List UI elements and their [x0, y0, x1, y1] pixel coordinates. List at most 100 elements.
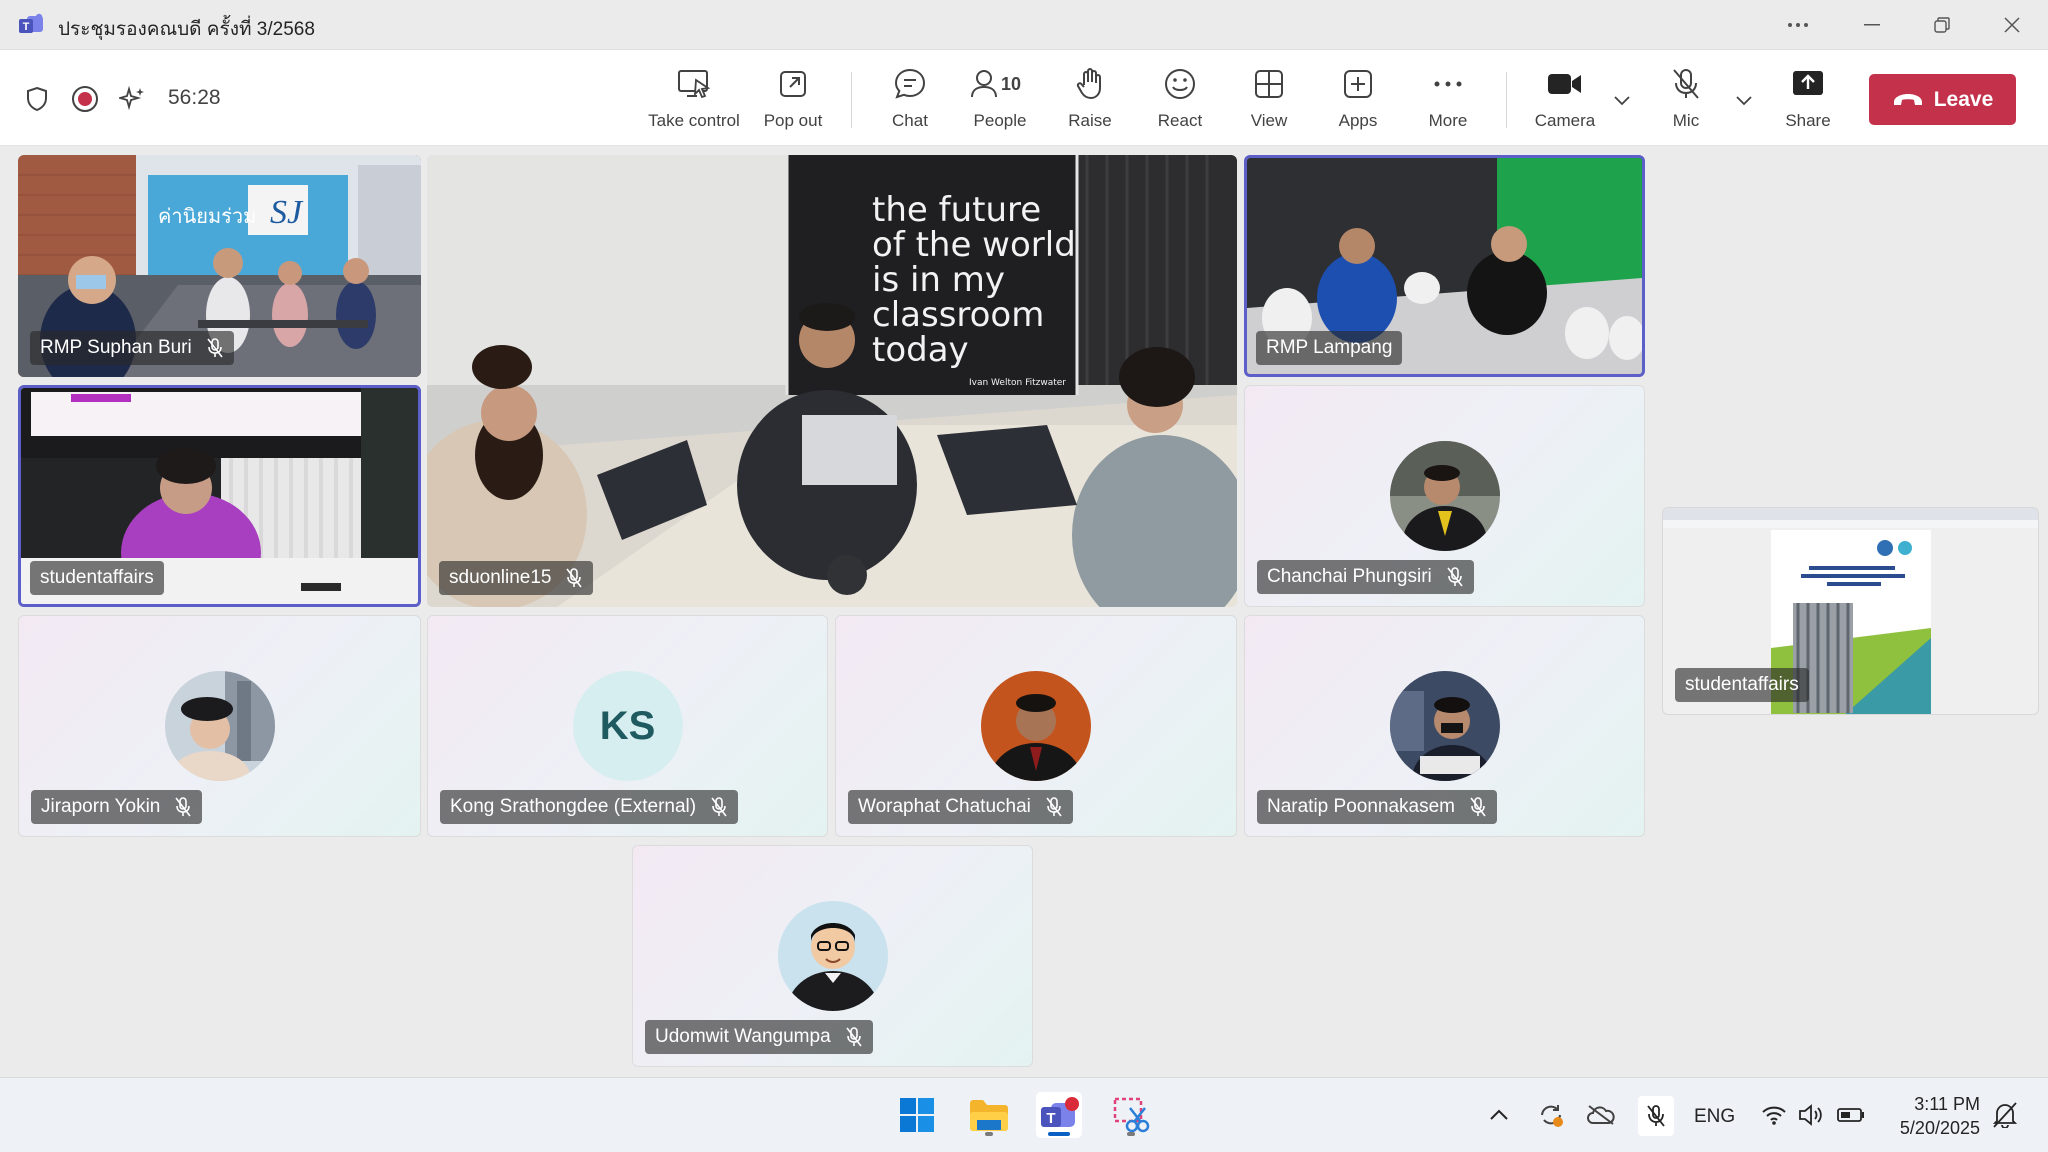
svg-text:SJ: SJ	[270, 194, 304, 231]
video-tile-suphan-buri[interactable]: SJ ค่านิยมร่วม RMP Suphan Buri	[18, 155, 421, 377]
avatar-tile-kong[interactable]: KS Kong Srathongdee (External)	[427, 615, 828, 837]
add-app-icon	[1338, 64, 1378, 104]
wifi-icon[interactable]	[1759, 1100, 1789, 1130]
pop-out-button[interactable]: Pop out	[748, 64, 838, 138]
participant-name-tag: Udomwit Wangumpa	[645, 1020, 873, 1054]
clock-date: 5/20/2025	[1899, 1118, 1980, 1138]
restore-icon[interactable]	[1914, 8, 1970, 42]
camera-icon	[1545, 64, 1585, 104]
meeting-toolbar: 56:28 Take control Pop out Chat 10 Peopl…	[0, 50, 2048, 146]
presenter-name-tag: studentaffairs	[1675, 668, 1809, 702]
recording-icon[interactable]	[70, 84, 100, 114]
svg-text:T: T	[1046, 1110, 1055, 1127]
participant-name-tag: Woraphat Chatuchai	[848, 790, 1073, 824]
sync-icon[interactable]	[1536, 1100, 1566, 1130]
minimize-icon[interactable]	[1844, 8, 1900, 42]
avatar-tile-jiraporn[interactable]: Jiraporn Yokin	[18, 615, 421, 837]
participant-name-tag: sduonline15	[439, 561, 594, 595]
avatar-tile-naratip[interactable]: Naratip Poonnakasem	[1244, 615, 1645, 837]
leave-button[interactable]: Leave	[1869, 74, 2016, 125]
grid-view-icon	[1249, 64, 1289, 104]
camera-options-chevron-icon[interactable]	[1609, 88, 1635, 114]
mic-in-use-icon[interactable]	[1638, 1096, 1674, 1136]
quote-line-4: classroom	[872, 295, 1044, 335]
participant-name-tag: studentaffairs	[30, 561, 164, 595]
share-button[interactable]: Share	[1763, 64, 1853, 138]
raise-hand-button[interactable]: Raise	[1045, 64, 1135, 138]
mic-off-icon	[174, 797, 192, 817]
start-button[interactable]	[894, 1092, 940, 1138]
teams-taskbar-button[interactable]: T	[1036, 1092, 1082, 1138]
toolbar-divider	[851, 72, 852, 128]
participant-name-tag: RMP Suphan Buri	[30, 331, 234, 365]
meeting-timer: 56:28	[168, 86, 221, 109]
participant-name-tag: RMP Lampang	[1256, 331, 1403, 365]
shield-icon[interactable]	[22, 84, 52, 114]
notification-bell-icon[interactable]	[1990, 1100, 2020, 1130]
system-clock[interactable]: 3:11 PM 5/20/2025	[1880, 1092, 1980, 1140]
chat-icon	[890, 64, 930, 104]
volume-icon[interactable]	[1796, 1100, 1826, 1130]
view-button[interactable]: View	[1224, 64, 1314, 138]
participant-name-tag: Chanchai Phungsiri	[1257, 560, 1474, 594]
mic-button[interactable]: Mic	[1641, 64, 1731, 138]
avatar	[1389, 441, 1500, 551]
avatar-tile-chanchai[interactable]: Chanchai Phungsiri	[1244, 385, 1645, 607]
chat-button[interactable]: Chat	[865, 64, 955, 138]
react-button[interactable]: React	[1135, 64, 1225, 138]
close-icon[interactable]	[1984, 8, 2040, 42]
take-control-button[interactable]: Take control	[648, 64, 740, 138]
quote-author: Ivan Welton Fitzwater	[969, 378, 1066, 388]
windows-logo-icon	[900, 1098, 934, 1132]
input-language[interactable]: ENG	[1694, 1106, 1735, 1128]
pop-out-icon	[773, 64, 813, 104]
avatar-tile-woraphat[interactable]: Woraphat Chatuchai	[835, 615, 1237, 837]
video-tile-lampang[interactable]: RMP Lampang	[1244, 155, 1645, 377]
teams-logo-icon: T	[18, 13, 44, 37]
apps-button[interactable]: Apps	[1313, 64, 1403, 138]
sparkle-icon[interactable]	[118, 84, 148, 114]
avatar-initials: KS	[572, 671, 683, 781]
teams-icon: T	[1041, 1097, 1079, 1127]
mic-off-icon	[1446, 567, 1464, 587]
quote-line-3: is in my	[872, 260, 1005, 300]
video-tile-sduonline15[interactable]: the future of the world is in my classro…	[427, 155, 1237, 607]
running-indicator	[1048, 1132, 1070, 1136]
folder-icon	[970, 1100, 1008, 1131]
people-icon: 10	[970, 64, 1030, 104]
shared-screen-tile[interactable]: studentaffairs	[1662, 507, 2039, 715]
participant-name-tag: Jiraporn Yokin	[31, 790, 203, 824]
battery-icon[interactable]	[1836, 1100, 1866, 1130]
quote-line-5: today	[872, 330, 969, 370]
mic-off-icon	[845, 1027, 863, 1047]
mic-options-chevron-icon[interactable]	[1731, 88, 1757, 114]
camera-button[interactable]: Camera	[1520, 64, 1610, 138]
snipping-tool-button[interactable]	[1108, 1092, 1154, 1138]
share-screen-icon	[1788, 64, 1828, 104]
avatar	[1389, 671, 1500, 781]
window-title: ประชุมรองคณบดี ครั้งที่ 3/2568	[58, 19, 315, 40]
quote-line-2: of the world	[872, 225, 1076, 265]
clock-time: 3:11 PM	[1914, 1094, 1980, 1114]
mic-off-icon	[1469, 797, 1487, 817]
file-explorer-button[interactable]	[966, 1092, 1012, 1138]
avatar-tile-udomwit[interactable]: Udomwit Wangumpa	[632, 845, 1033, 1067]
participant-name-tag: Naratip Poonnakasem	[1257, 790, 1497, 824]
title-bar: T ประชุมรองคณบดี ครั้งที่ 3/2568	[0, 0, 2048, 50]
windows-taskbar: T ENG 3:11 PM 5/20/2025	[0, 1077, 2048, 1152]
snipping-tool-icon	[1113, 1097, 1150, 1133]
mic-off-icon	[206, 338, 224, 358]
people-button[interactable]: 10 People	[955, 64, 1045, 138]
window-more-icon[interactable]	[1770, 8, 1826, 42]
quote-line-1: the future	[872, 190, 1041, 230]
avatar	[164, 671, 275, 781]
show-hidden-icons-chevron-icon[interactable]	[1484, 1100, 1514, 1130]
more-button[interactable]: More	[1403, 64, 1493, 138]
participant-name-tag: Kong Srathongdee (External)	[440, 790, 739, 824]
onedrive-offline-icon[interactable]	[1586, 1100, 1616, 1130]
raise-hand-icon	[1070, 64, 1110, 104]
svg-text:T: T	[23, 21, 30, 33]
video-tile-studentaffairs[interactable]: studentaffairs	[18, 385, 421, 607]
wall-sign-text: ค่านิยมร่วม	[158, 204, 256, 228]
toolbar-divider	[1506, 72, 1507, 128]
